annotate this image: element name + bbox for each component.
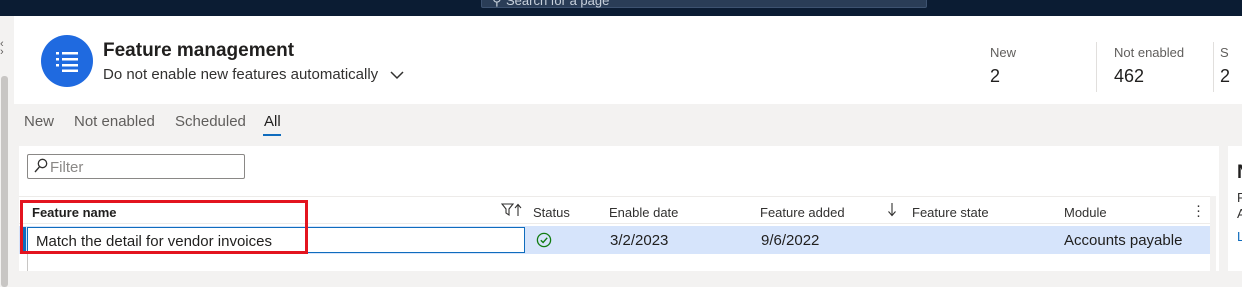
grid-vertical-scrollbar[interactable]	[1210, 196, 1216, 271]
filter-box[interactable]	[27, 154, 245, 179]
workspace-header: Feature management Do not enable new fea…	[14, 16, 1242, 104]
auto-enable-dropdown[interactable]: Do not enable new features automatically	[103, 66, 404, 84]
filter-input[interactable]	[50, 158, 240, 176]
kpi-scheduled[interactable]: S 2	[1220, 45, 1230, 87]
details-line: F	[1237, 190, 1242, 205]
module-cell: Accounts payable	[1064, 232, 1183, 249]
active-tab-indicator	[263, 134, 281, 136]
expand-chevron-icon[interactable]: ‹ ›	[0, 39, 9, 58]
tab-all[interactable]: All	[264, 113, 281, 130]
kpi-new-label: New	[990, 45, 1017, 60]
feature-name-value: Match the detail for vendor invoices	[36, 233, 272, 250]
status-enabled-icon	[536, 232, 552, 253]
feature-name-cell[interactable]: Match the detail for vendor invoices	[27, 227, 525, 253]
kpi-not-enabled-label: Not enabled	[1114, 45, 1185, 60]
details-line: A	[1237, 206, 1242, 221]
more-options-icon[interactable]: · · ·	[1196, 198, 1201, 223]
page-search-placeholder: Search for a page	[506, 0, 610, 8]
kpi-not-enabled[interactable]: Not enabled 462	[1114, 45, 1184, 87]
column-header-status[interactable]: Status	[533, 205, 570, 220]
details-pane: N F A L	[1228, 146, 1242, 271]
chevron-down-icon	[390, 67, 404, 84]
top-navigation-bar: ⚲ Search for a page	[0, 0, 1242, 16]
page-search-box[interactable]: ⚲ Search for a page	[481, 0, 927, 8]
grid-header: Feature name Status Enable date Feature …	[19, 196, 1210, 224]
table-row[interactable]: Match the detail for vendor invoices 3/2…	[19, 226, 1210, 254]
row-selection-marker	[23, 227, 26, 253]
kpi-divider	[1096, 42, 1097, 92]
filter-sort-icon[interactable]	[500, 203, 523, 222]
search-icon	[34, 158, 48, 179]
kpi-not-enabled-value: 462	[1114, 66, 1145, 86]
kpi-new-value: 2	[990, 66, 1001, 86]
feature-grid-panel: Feature name Status Enable date Feature …	[19, 146, 1219, 271]
sort-descending-icon[interactable]	[887, 202, 897, 222]
kpi-scheduled-value: 2	[1220, 66, 1231, 86]
tab-not-enabled[interactable]: Not enabled	[74, 113, 155, 130]
tab-scheduled[interactable]: Scheduled	[175, 113, 246, 130]
kpi-divider	[1213, 42, 1214, 92]
grid-gutter	[27, 254, 28, 271]
kpi-new[interactable]: New 2	[990, 45, 1016, 87]
column-header-feature-state[interactable]: Feature state	[912, 205, 989, 220]
auto-enable-dropdown-label: Do not enable new features automatically	[103, 66, 379, 83]
details-link[interactable]: L	[1237, 229, 1242, 244]
enable-date-cell: 3/2/2023	[610, 232, 669, 249]
tab-new[interactable]: New	[24, 113, 54, 130]
feature-added-cell: 9/6/2022	[761, 232, 820, 249]
column-header-enable-date[interactable]: Enable date	[609, 205, 678, 220]
details-heading: N	[1237, 162, 1242, 184]
page-title: Feature management	[103, 40, 295, 61]
search-icon: ⚲	[492, 0, 502, 8]
column-header-feature-added[interactable]: Feature added	[760, 205, 845, 220]
left-scrollbar[interactable]	[1, 76, 8, 287]
kpi-scheduled-label: S	[1220, 45, 1229, 60]
column-header-feature-name[interactable]: Feature name	[32, 205, 117, 220]
column-header-module[interactable]: Module	[1064, 205, 1107, 220]
left-rail: ‹ ›	[0, 16, 11, 287]
checklist-icon	[41, 35, 93, 87]
